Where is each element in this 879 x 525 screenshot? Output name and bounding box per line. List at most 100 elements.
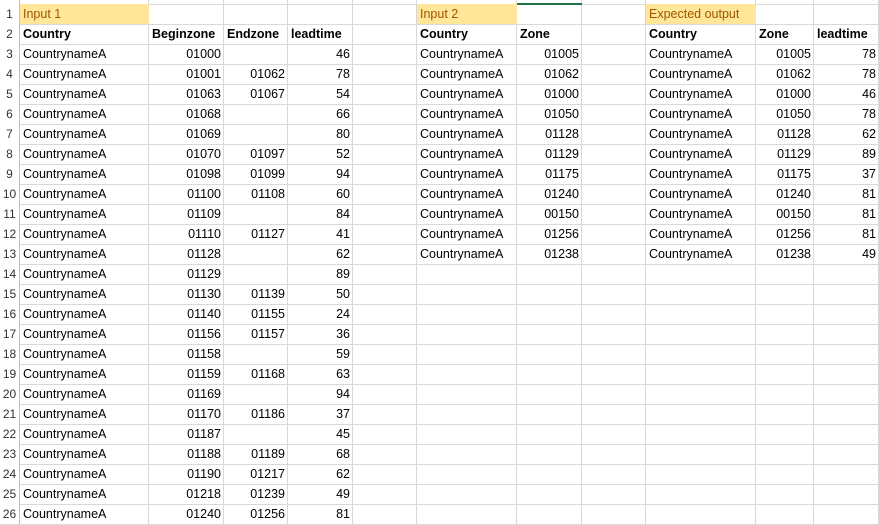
input1-data-cell[interactable]: 01170 (149, 404, 224, 424)
spreadsheet-grid[interactable]: 1 2 3 4 5 6 7 8 9 10 11 12 13 14 15 16 17 18 19 20 21 22 23 24 2… (0, 0, 879, 525)
output-data-cell[interactable]: 78 (814, 104, 879, 124)
input1-data-cell[interactable]: 01069 (149, 124, 224, 144)
input1-data-cell[interactable]: 01062 (224, 64, 288, 84)
input1-data-cell[interactable]: 01100 (149, 184, 224, 204)
input2-data-cell[interactable]: CountrynameA (417, 224, 517, 244)
input1-data-cell[interactable] (224, 264, 288, 284)
input1-data-cell[interactable] (224, 204, 288, 224)
row-header[interactable]: 25 (0, 484, 19, 504)
input1-data-cell[interactable]: 62 (288, 244, 353, 264)
input1-data-cell[interactable]: 01190 (149, 464, 224, 484)
input1-title-cell[interactable]: Input 1 (20, 4, 149, 24)
input1-data-cell[interactable] (224, 344, 288, 364)
input1-data-cell[interactable]: 01156 (149, 324, 224, 344)
output-data-cell[interactable]: 01062 (756, 64, 814, 84)
input2-data-cell[interactable]: 01128 (517, 124, 582, 144)
input1-data-cell[interactable]: CountrynameA (20, 284, 149, 304)
input1-data-cell[interactable]: CountrynameA (20, 344, 149, 364)
input1-data-cell[interactable] (224, 44, 288, 64)
row-header[interactable]: 6 (0, 104, 19, 124)
row-header[interactable]: 12 (0, 224, 19, 244)
output-data-cell[interactable]: 01000 (756, 84, 814, 104)
input1-data-cell[interactable]: 01063 (149, 84, 224, 104)
row-header[interactable]: 24 (0, 464, 19, 484)
input1-data-cell[interactable]: CountrynameA (20, 244, 149, 264)
input2-data-cell[interactable]: 01256 (517, 224, 582, 244)
input1-data-cell[interactable]: CountrynameA (20, 104, 149, 124)
input1-data-cell[interactable]: CountrynameA (20, 44, 149, 64)
input1-data-cell[interactable]: 80 (288, 124, 353, 144)
output-title-cell[interactable]: Expected output (646, 4, 756, 24)
input1-data-cell[interactable] (224, 244, 288, 264)
output-data-cell[interactable]: 01175 (756, 164, 814, 184)
input2-header-cell[interactable]: Zone (517, 24, 582, 44)
input1-data-cell[interactable]: CountrynameA (20, 384, 149, 404)
input1-data-cell[interactable]: CountrynameA (20, 84, 149, 104)
input2-data-cell[interactable]: CountrynameA (417, 44, 517, 64)
output-data-cell[interactable]: CountrynameA (646, 64, 756, 84)
input1-data-cell[interactable]: CountrynameA (20, 204, 149, 224)
input1-data-cell[interactable]: 94 (288, 164, 353, 184)
input2-data-cell[interactable]: 01175 (517, 164, 582, 184)
row-header[interactable]: 15 (0, 284, 19, 304)
row-header[interactable]: 23 (0, 444, 19, 464)
output-data-cell[interactable]: CountrynameA (646, 224, 756, 244)
input1-data-cell[interactable]: 01157 (224, 324, 288, 344)
input1-data-cell[interactable]: CountrynameA (20, 444, 149, 464)
output-data-cell[interactable]: CountrynameA (646, 144, 756, 164)
input1-data-cell[interactable]: 24 (288, 304, 353, 324)
input1-data-cell[interactable]: CountrynameA (20, 304, 149, 324)
input1-data-cell[interactable]: 01068 (149, 104, 224, 124)
input1-data-cell[interactable] (224, 104, 288, 124)
row-header[interactable]: 26 (0, 504, 19, 524)
input1-data-cell[interactable]: 01169 (149, 384, 224, 404)
input1-header-cell[interactable]: Endzone (224, 24, 288, 44)
output-data-cell[interactable]: 01005 (756, 44, 814, 64)
input1-data-cell[interactable]: 62 (288, 464, 353, 484)
output-data-cell[interactable]: 01050 (756, 104, 814, 124)
input1-data-cell[interactable]: 01218 (149, 484, 224, 504)
input1-data-cell[interactable]: 01099 (224, 164, 288, 184)
output-data-cell[interactable]: 81 (814, 204, 879, 224)
row-header[interactable]: 1 (0, 4, 19, 24)
output-data-cell[interactable]: 01128 (756, 124, 814, 144)
input2-data-cell[interactable]: 01050 (517, 104, 582, 124)
input1-data-cell[interactable]: 01139 (224, 284, 288, 304)
output-data-cell[interactable]: 81 (814, 224, 879, 244)
input1-data-cell[interactable]: 50 (288, 284, 353, 304)
input1-data-cell[interactable]: 01239 (224, 484, 288, 504)
input1-data-cell[interactable] (224, 424, 288, 444)
input2-data-cell[interactable]: CountrynameA (417, 144, 517, 164)
input1-data-cell[interactable]: 01186 (224, 404, 288, 424)
input1-data-cell[interactable]: CountrynameA (20, 484, 149, 504)
output-data-cell[interactable]: 49 (814, 244, 879, 264)
output-data-cell[interactable]: 01129 (756, 144, 814, 164)
input1-data-cell[interactable]: 01110 (149, 224, 224, 244)
input1-data-cell[interactable]: 60 (288, 184, 353, 204)
input1-data-cell[interactable]: 01130 (149, 284, 224, 304)
input1-data-cell[interactable]: CountrynameA (20, 164, 149, 184)
output-data-cell[interactable]: CountrynameA (646, 164, 756, 184)
output-data-cell[interactable]: CountrynameA (646, 204, 756, 224)
input1-data-cell[interactable]: 01097 (224, 144, 288, 164)
row-header[interactable]: 20 (0, 384, 19, 404)
input1-data-cell[interactable]: 01189 (224, 444, 288, 464)
input1-data-cell[interactable]: CountrynameA (20, 504, 149, 524)
row-header[interactable]: 19 (0, 364, 19, 384)
input2-data-cell[interactable]: CountrynameA (417, 164, 517, 184)
row-header[interactable]: 5 (0, 84, 19, 104)
input2-data-cell[interactable]: 01005 (517, 44, 582, 64)
input1-data-cell[interactable]: 63 (288, 364, 353, 384)
input1-data-cell[interactable] (224, 124, 288, 144)
output-data-cell[interactable]: 00150 (756, 204, 814, 224)
output-header-cell[interactable]: Country (646, 24, 756, 44)
input1-data-cell[interactable]: CountrynameA (20, 144, 149, 164)
input1-data-cell[interactable]: 94 (288, 384, 353, 404)
input2-data-cell[interactable]: 01240 (517, 184, 582, 204)
input1-data-cell[interactable]: 01109 (149, 204, 224, 224)
input1-data-cell[interactable]: 36 (288, 324, 353, 344)
input1-data-cell[interactable]: CountrynameA (20, 64, 149, 84)
output-data-cell[interactable]: 46 (814, 84, 879, 104)
input1-data-cell[interactable]: 89 (288, 264, 353, 284)
input2-header-cell[interactable]: Country (417, 24, 517, 44)
